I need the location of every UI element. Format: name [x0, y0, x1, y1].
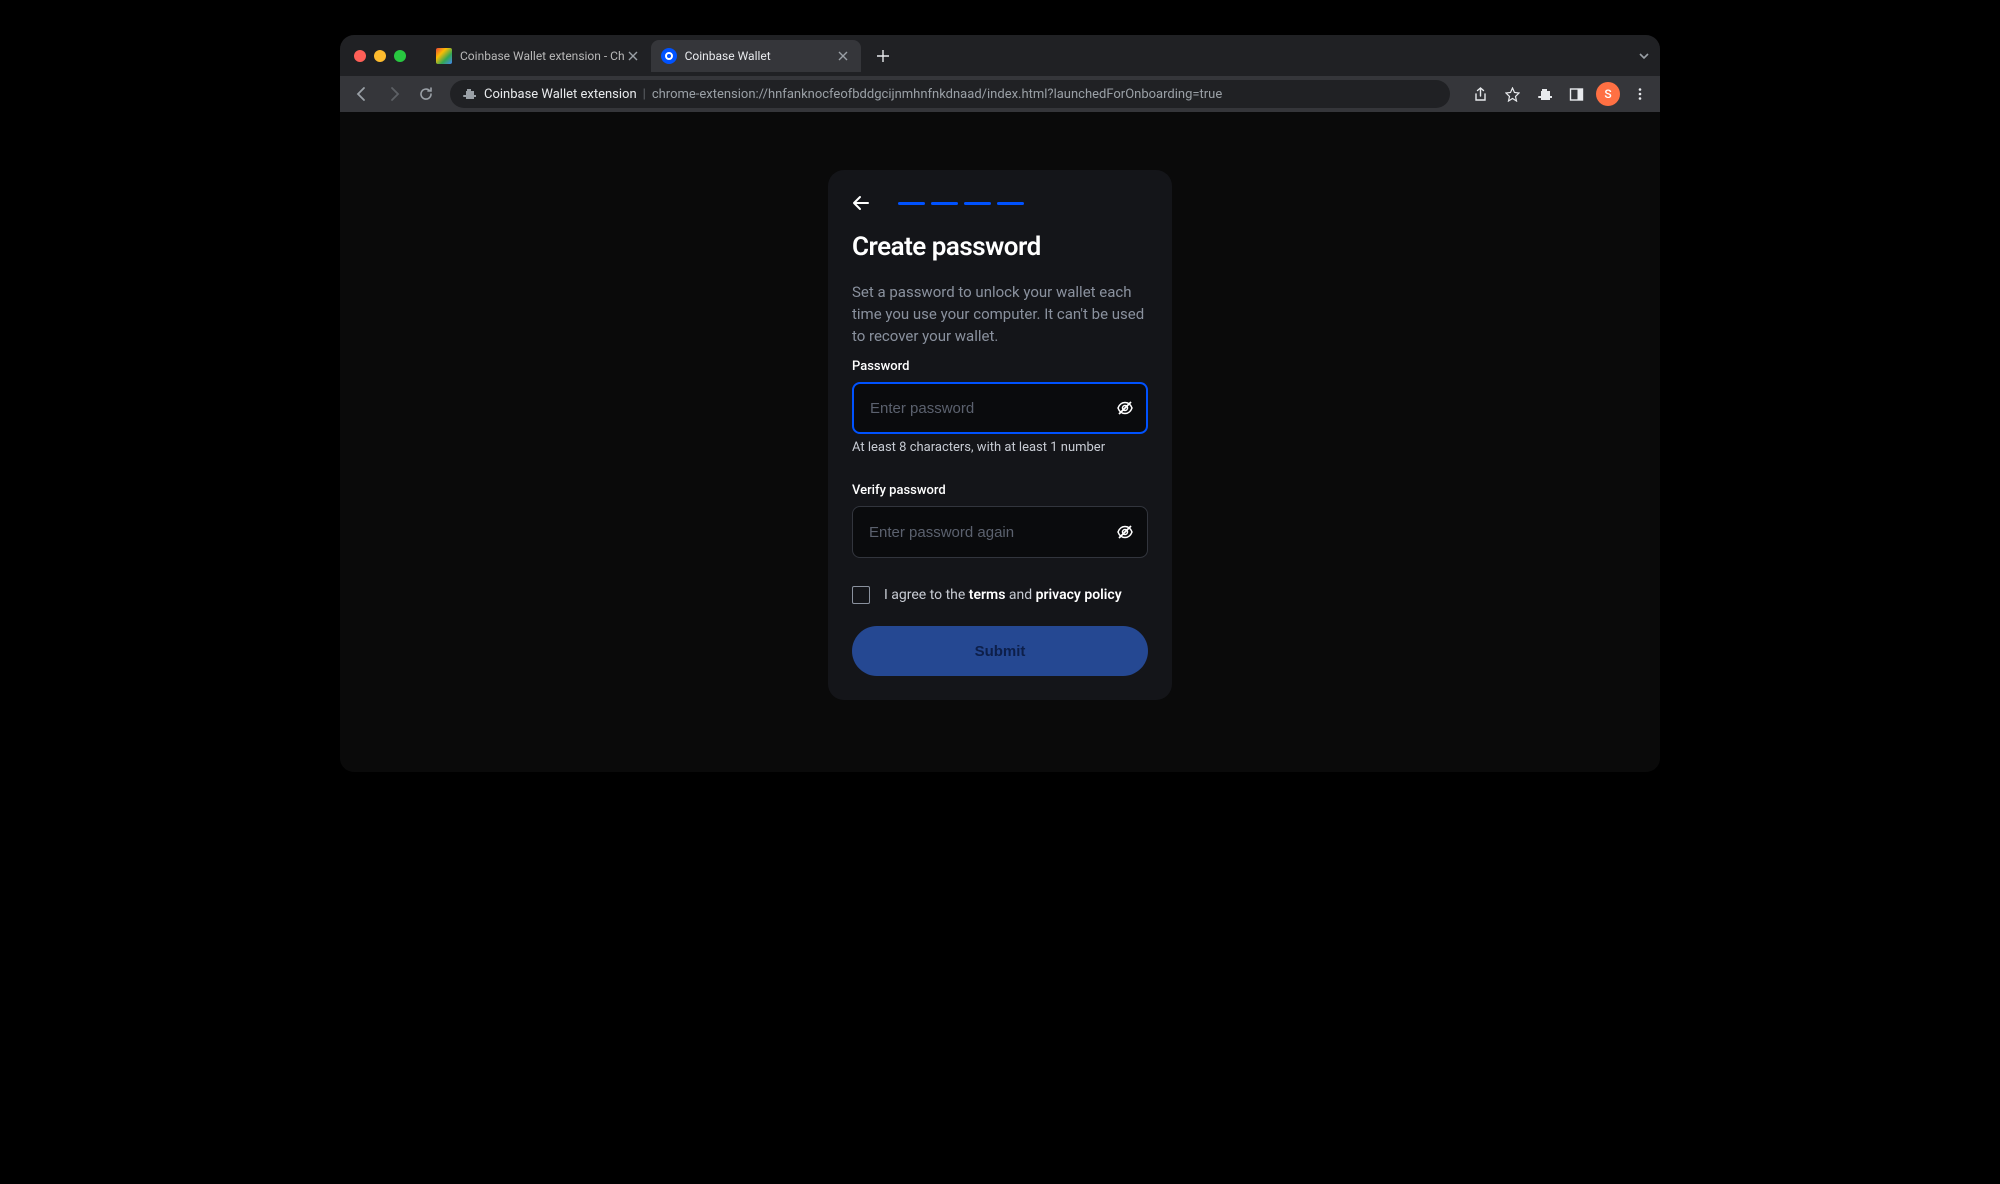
verify-input-wrap	[852, 506, 1148, 558]
password-label: Password	[852, 359, 1148, 374]
password-hint: At least 8 characters, with at least 1 n…	[852, 440, 1148, 455]
address-bar[interactable]: Coinbase Wallet extension | chrome-exten…	[450, 80, 1450, 108]
url-extension-name: Coinbase Wallet extension	[484, 87, 637, 102]
window-controls	[354, 50, 406, 62]
tab-coinbase-wallet[interactable]: Coinbase Wallet	[651, 40, 861, 72]
password-input[interactable]	[852, 382, 1148, 434]
window-close-button[interactable]	[354, 50, 366, 62]
window-minimize-button[interactable]	[374, 50, 386, 62]
progress-step	[997, 202, 1024, 205]
verify-password-label: Verify password	[852, 483, 1148, 498]
browser-window: Coinbase Wallet extension - Ch Coinbase …	[340, 35, 1660, 772]
create-password-card: Create password Set a password to unlock…	[828, 170, 1172, 700]
privacy-link[interactable]: privacy policy	[1036, 587, 1122, 603]
page-content: Create password Set a password to unlock…	[340, 112, 1660, 772]
nav-bar: Coinbase Wallet extension | chrome-exten…	[340, 76, 1660, 112]
new-tab-button[interactable]	[869, 42, 897, 70]
extension-icon	[462, 87, 476, 101]
coinbase-icon	[661, 48, 677, 64]
tab-bar: Coinbase Wallet extension - Ch Coinbase …	[340, 35, 1660, 76]
chrome-store-icon	[436, 48, 452, 64]
tab-overflow-button[interactable]	[1638, 50, 1650, 62]
menu-icon[interactable]	[1628, 82, 1652, 106]
password-input-wrap	[852, 382, 1148, 434]
forward-button[interactable]	[380, 80, 408, 108]
submit-button[interactable]: Submit	[852, 626, 1148, 676]
share-icon[interactable]	[1468, 82, 1492, 106]
tab-coinbase-store[interactable]: Coinbase Wallet extension - Ch	[426, 40, 651, 72]
tab-title: Coinbase Wallet	[685, 49, 835, 63]
back-button[interactable]	[348, 80, 376, 108]
avatar-letter: S	[1604, 87, 1611, 101]
progress-step	[964, 202, 991, 205]
tab-close-button[interactable]	[835, 48, 851, 64]
agree-mid: and	[1005, 587, 1035, 603]
url-separator: |	[643, 87, 646, 102]
terms-label: I agree to the terms and privacy policy	[884, 587, 1122, 603]
card-header	[852, 194, 1148, 212]
terms-checkbox[interactable]	[852, 586, 870, 604]
progress-indicator	[898, 202, 1024, 205]
agree-prefix: I agree to the	[884, 587, 969, 603]
back-arrow-icon[interactable]	[852, 194, 870, 212]
profile-avatar[interactable]: S	[1596, 82, 1620, 106]
reload-button[interactable]	[412, 80, 440, 108]
window-maximize-button[interactable]	[394, 50, 406, 62]
visibility-off-icon[interactable]	[1116, 399, 1134, 417]
url-path: chrome-extension://hnfanknocfeofbddgcijn…	[652, 87, 1222, 102]
side-panel-icon[interactable]	[1564, 82, 1588, 106]
bookmark-icon[interactable]	[1500, 82, 1524, 106]
tab-title: Coinbase Wallet extension - Ch	[460, 49, 625, 63]
terms-agreement-row: I agree to the terms and privacy policy	[852, 586, 1148, 604]
progress-step	[931, 202, 958, 205]
verify-password-input[interactable]	[852, 506, 1148, 558]
extensions-icon[interactable]	[1532, 82, 1556, 106]
progress-step	[898, 202, 925, 205]
toolbar-right: S	[1468, 82, 1652, 106]
page-title: Create password	[852, 232, 1148, 262]
visibility-off-icon[interactable]	[1116, 523, 1134, 541]
page-description: Set a password to unlock your wallet eac…	[852, 282, 1148, 347]
terms-link[interactable]: terms	[969, 587, 1006, 603]
tab-close-button[interactable]	[625, 48, 641, 64]
